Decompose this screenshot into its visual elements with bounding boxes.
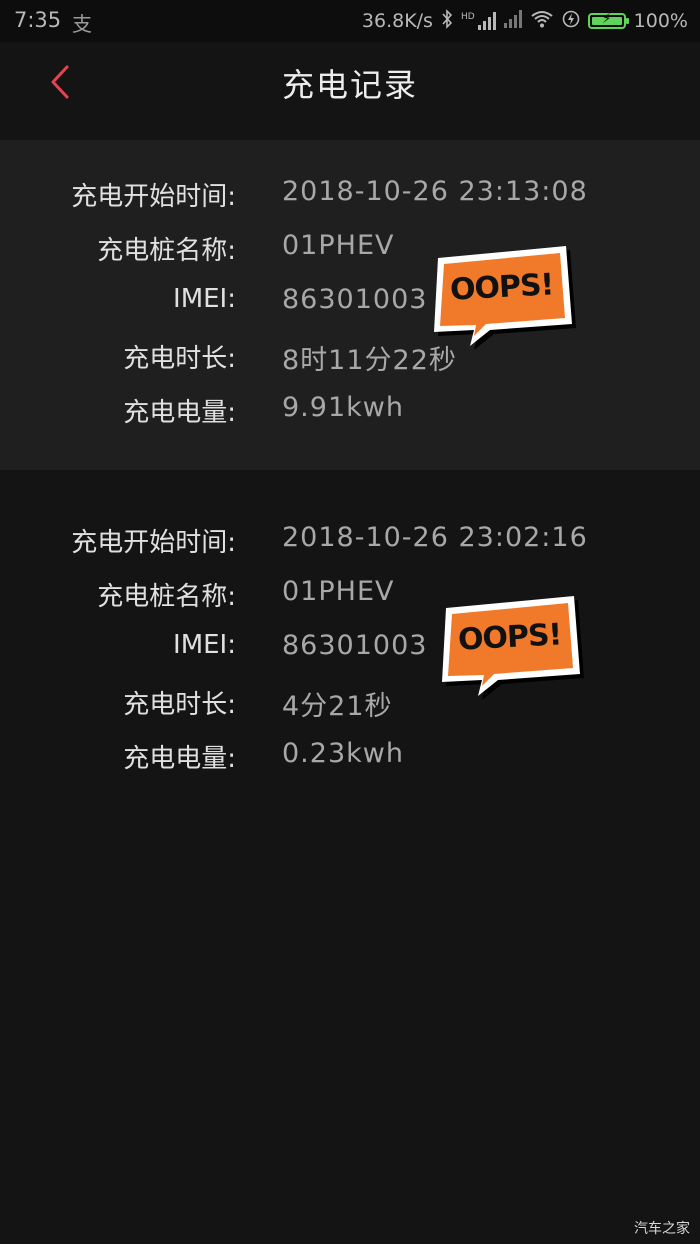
oops-text: OOPS! [449, 267, 555, 308]
status-right-group: 36.8K/s HD ⚡ 100% [362, 8, 688, 34]
watermark-text: 汽车之家 [634, 1221, 690, 1237]
oops-sticker: OOPS! [428, 240, 578, 350]
energy-row: 充电电量: 0.23kwh [0, 738, 700, 778]
alipay-icon: 支 [72, 12, 92, 36]
start-time-value: 2018-10-26 23:13:08 [282, 176, 588, 207]
net-speed: 36.8K/s [361, 10, 433, 32]
imei-row: IMEI: 86301003 [0, 284, 700, 324]
header-bar: 充电记录 [0, 42, 700, 140]
energy-value: 9.91kwh [282, 392, 404, 423]
oops-text: OOPS! [457, 617, 563, 658]
duration-value: 4分21秒 [282, 691, 393, 722]
imei-value: 86301003 [282, 284, 428, 315]
imei-label: IMEI: [173, 630, 236, 660]
duration-label: 充电时长: [123, 690, 236, 720]
pile-name-label: 充电桩名称: [97, 236, 236, 266]
imei-value: 86301003 [282, 630, 428, 661]
imei-row: IMEI: 86301003 [0, 630, 700, 670]
status-bar: 7:35 支 36.8K/s HD ⚡ 100% [0, 0, 700, 42]
status-time: 7:35 [14, 8, 62, 32]
duration-label: 充电时长: [123, 344, 236, 374]
energy-value: 0.23kwh [282, 738, 404, 769]
imei-label: IMEI: [173, 284, 236, 314]
energy-row: 充电电量: 9.91kwh [0, 392, 700, 432]
start-time-row: 充电开始时间: 2018-10-26 23:02:16 [0, 522, 700, 562]
start-time-value: 2018-10-26 23:02:16 [282, 522, 588, 553]
charge-record-card: 充电开始时间: 2018-10-26 23:13:08 充电桩名称: 01PHE… [0, 140, 700, 470]
wifi-icon [530, 10, 554, 33]
charge-record-card: 充电开始时间: 2018-10-26 23:02:16 充电桩名称: 01PHE… [0, 470, 700, 800]
pile-name-label: 充电桩名称: [97, 582, 236, 612]
pile-name-value: 01PHEV [282, 576, 395, 607]
bluetooth-icon [441, 8, 453, 34]
energy-label: 充电电量: [123, 398, 236, 428]
energy-label: 充电电量: [123, 744, 236, 774]
pile-name-row: 充电桩名称: 01PHEV [0, 576, 700, 616]
start-time-label: 充电开始时间: [71, 182, 236, 212]
pile-name-row: 充电桩名称: 01PHEV [0, 230, 700, 270]
pile-name-value: 01PHEV [282, 230, 395, 261]
battery-percent: 100% [633, 10, 688, 32]
battery-icon: ⚡ [587, 11, 629, 29]
start-time-label: 充电开始时间: [71, 528, 236, 558]
duration-row: 充电时长: 4分21秒 [0, 684, 700, 724]
power-saver-icon [562, 10, 580, 33]
start-time-row: 充电开始时间: 2018-10-26 23:13:08 [0, 176, 700, 216]
signal-icon [503, 9, 522, 33]
duration-row: 充电时长: 8时11分22秒 [0, 338, 700, 378]
charging-bolt-icon: ⚡ [601, 11, 612, 27]
signal-hd-icon: HD [461, 12, 496, 30]
oops-sticker: OOPS! [436, 590, 586, 700]
page-title: 充电记录 [281, 66, 418, 104]
hd-label: HD [460, 12, 475, 22]
